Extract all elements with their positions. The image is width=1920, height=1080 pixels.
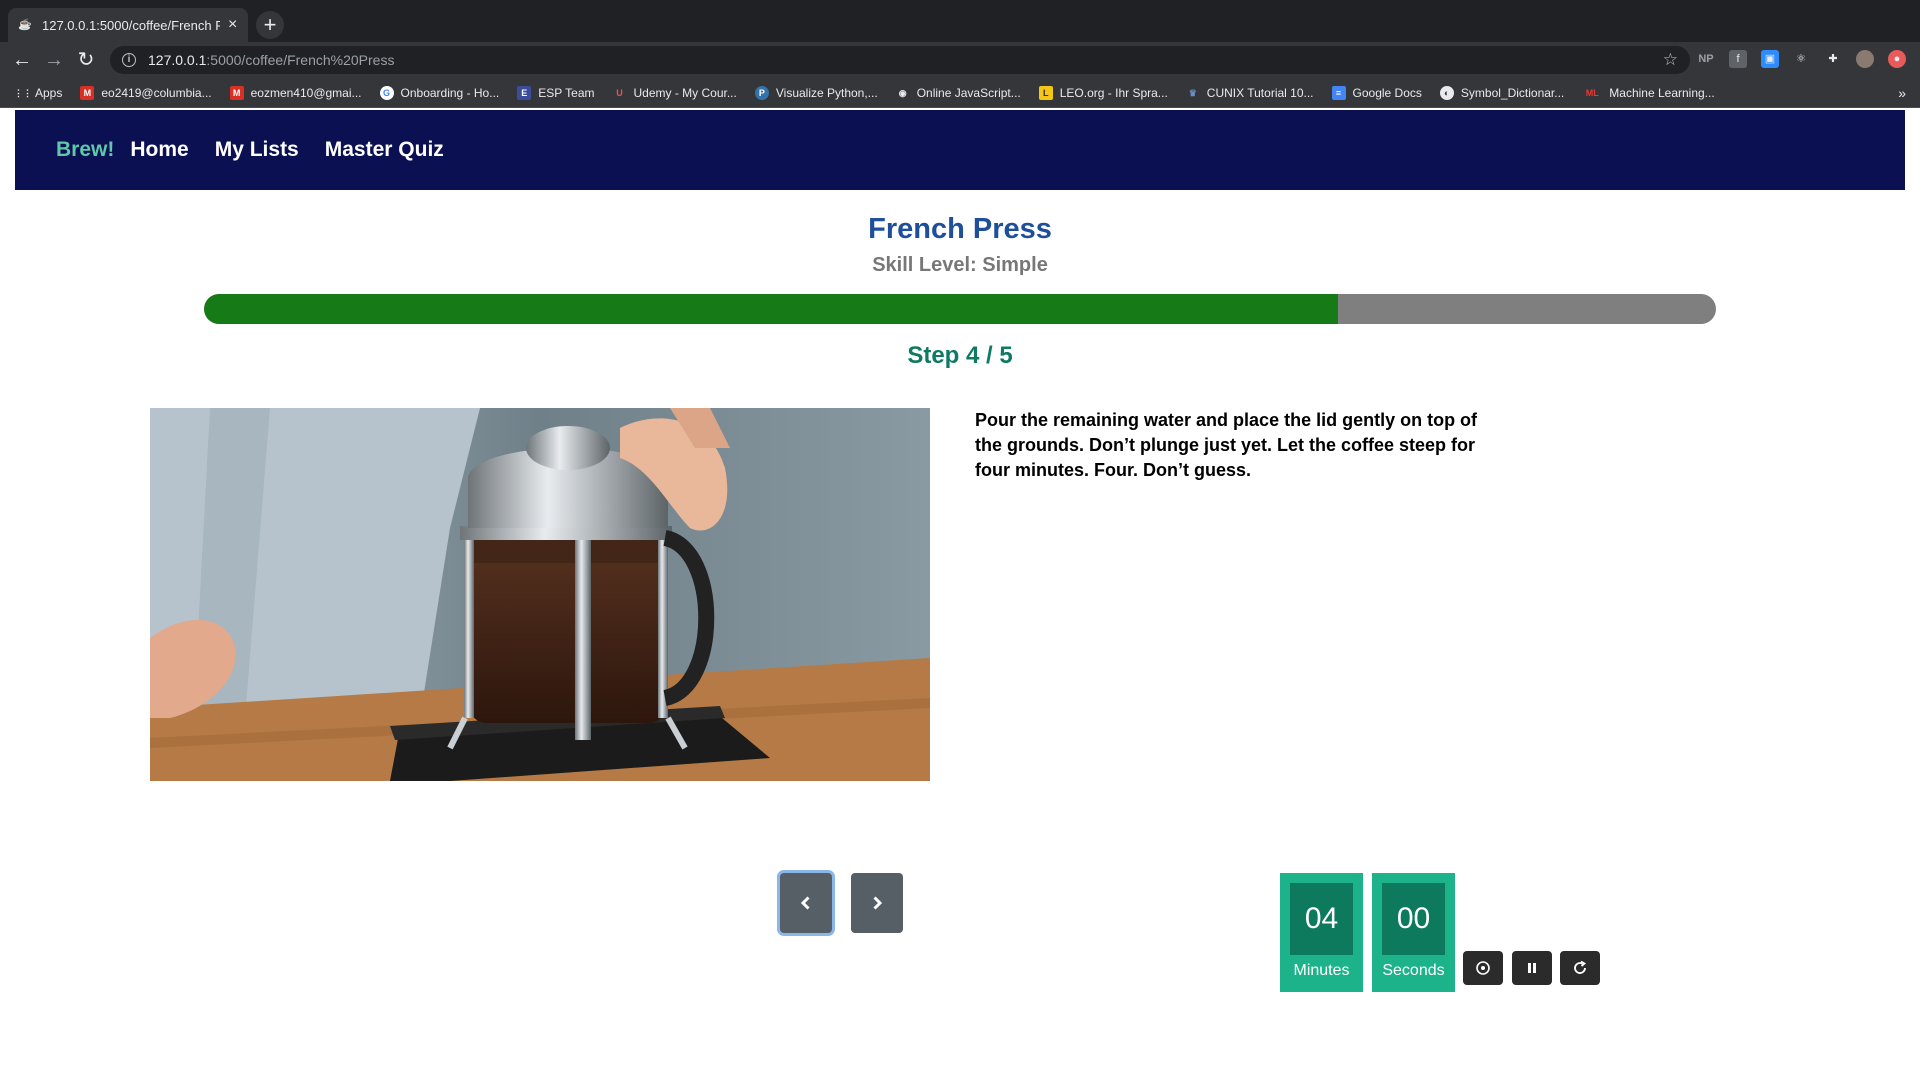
- bookmark-item[interactable]: ≡ Google Docs: [1331, 85, 1422, 100]
- tab-title: 127.0.0.1:5000/coffee/French Press: [42, 17, 220, 33]
- timer-seconds: 00 Seconds: [1372, 873, 1455, 992]
- nav-master-quiz-link[interactable]: Master Quiz: [325, 138, 444, 162]
- np-extension-icon[interactable]: NP: [1697, 50, 1715, 68]
- browser-toolbar: ← → ↻ i 127.0.0.1:5000/coffee/French%20P…: [0, 42, 1920, 78]
- back-arrow-icon[interactable]: ←: [10, 48, 34, 72]
- apps-grid-icon: ⋮⋮: [14, 87, 32, 98]
- start-timer-button[interactable]: [1463, 951, 1503, 985]
- bookmark-label: ESP Team: [538, 85, 595, 100]
- address-bar[interactable]: i 127.0.0.1:5000/coffee/French%20Press ☆: [110, 46, 1690, 74]
- play-circle-icon: [1476, 961, 1490, 975]
- nav-home-link[interactable]: Home: [130, 138, 188, 162]
- docs-icon: ≡: [1331, 85, 1346, 100]
- close-tab-icon[interactable]: ×: [228, 17, 237, 33]
- bookmarks-bar: ⋮⋮ Apps Meo2419@columbia... Meozmen410@gm…: [0, 78, 1920, 108]
- leo-icon: L: [1038, 85, 1053, 100]
- bookmark-item[interactable]: U Udemy - My Cour...: [613, 86, 737, 100]
- bookmark-item[interactable]: ♛ CUNIX Tutorial 10...: [1186, 86, 1314, 100]
- coffee-favicon-icon: ☕: [18, 19, 32, 31]
- timer-seconds-label: Seconds: [1382, 962, 1445, 979]
- nav-my-lists-link[interactable]: My Lists: [215, 138, 299, 162]
- url-path: :5000/coffee/French%20Press: [206, 52, 395, 68]
- browser-tabstrip: ☕ 127.0.0.1:5000/coffee/French Press × +: [0, 0, 1920, 42]
- columbia-icon: ♛: [1188, 87, 1197, 98]
- brand-link[interactable]: Brew!: [56, 138, 114, 162]
- pause-timer-button[interactable]: [1512, 951, 1552, 985]
- pause-icon: [1528, 963, 1536, 973]
- french-press-photo: [150, 408, 930, 781]
- esp-icon: E: [517, 85, 532, 100]
- bookmark-label: Onboarding - Ho...: [400, 85, 500, 100]
- bookmark-item[interactable]: P Visualize Python,...: [754, 85, 878, 100]
- reload-icon[interactable]: ↻: [74, 48, 98, 72]
- extensions-puzzle-icon[interactable]: ✚: [1824, 50, 1842, 68]
- ml-icon: ML: [1585, 87, 1599, 98]
- step-progress-bar: [204, 294, 1716, 324]
- bookmark-label: CUNIX Tutorial 10...: [1206, 85, 1314, 100]
- reset-timer-button[interactable]: [1560, 951, 1600, 985]
- page-title: French Press: [868, 213, 1052, 245]
- reset-icon: [1574, 960, 1587, 974]
- previous-step-button[interactable]: [780, 873, 832, 933]
- step-counter: Step 4 / 5: [907, 342, 1013, 369]
- bookmark-item[interactable]: G Onboarding - Ho...: [379, 85, 500, 100]
- browser-tab[interactable]: ☕ 127.0.0.1:5000/coffee/French Press ×: [8, 8, 248, 42]
- chevron-right-icon: [873, 896, 883, 910]
- french-press-illustration: [150, 408, 930, 781]
- bookmark-label: Visualize Python,...: [775, 85, 878, 100]
- gmail-icon: M: [80, 85, 95, 100]
- udemy-icon: U: [616, 87, 623, 98]
- bookmark-label: Udemy - My Cour...: [633, 85, 737, 100]
- bookmark-label: Machine Learning...: [1609, 85, 1715, 100]
- new-tab-button[interactable]: +: [256, 11, 284, 39]
- globe-icon: ◐: [1439, 85, 1454, 100]
- bookmark-label: Apps: [35, 85, 63, 100]
- timer-seconds-value: 00: [1382, 883, 1445, 955]
- google-icon: G: [379, 85, 394, 100]
- zoom-extension-icon[interactable]: ▣: [1761, 50, 1779, 68]
- url-host: 127.0.0.1: [148, 52, 207, 68]
- info-icon[interactable]: i: [122, 53, 136, 67]
- react-extension-icon[interactable]: ⚛: [1792, 50, 1810, 68]
- bookmark-item[interactable]: Meozmen410@gmai...: [229, 85, 362, 100]
- next-step-button[interactable]: [851, 873, 903, 933]
- timer-minutes: 04 Minutes: [1280, 873, 1363, 992]
- bookmarks-overflow-icon[interactable]: »: [1898, 85, 1906, 101]
- bookmark-item[interactable]: Meo2419@columbia...: [80, 85, 212, 100]
- site-navbar: Brew! Home My Lists Master Quiz: [15, 110, 1905, 190]
- bookmark-label: Symbol_Dictionar...: [1460, 85, 1565, 100]
- profile-avatar[interactable]: [1856, 50, 1874, 68]
- bookmark-label: eozmen410@gmai...: [250, 85, 362, 100]
- bookmark-label: eo2419@columbia...: [101, 85, 212, 100]
- bookmark-label: Google Docs: [1352, 85, 1422, 100]
- bookmark-apps[interactable]: ⋮⋮ Apps: [14, 86, 62, 100]
- facebook-extension-icon[interactable]: f: [1729, 50, 1747, 68]
- timer-minutes-label: Minutes: [1293, 962, 1350, 979]
- python-icon: P: [754, 85, 769, 100]
- bookmark-item[interactable]: L LEO.org - Ihr Spra...: [1038, 85, 1168, 100]
- record-extension-icon[interactable]: ●: [1888, 50, 1906, 68]
- bookmark-item[interactable]: ◐ Symbol_Dictionar...: [1439, 85, 1565, 100]
- skill-level: Skill Level: Simple: [872, 254, 1048, 276]
- bookmark-item[interactable]: ML Machine Learning...: [1582, 85, 1715, 100]
- bookmark-label: Online JavaScript...: [916, 85, 1021, 100]
- chevron-left-icon: [800, 896, 810, 910]
- gmail-icon: M: [229, 85, 244, 100]
- step-instructions: Pour the remaining water and place the l…: [975, 410, 1478, 480]
- forward-arrow-icon[interactable]: →: [42, 48, 66, 72]
- bookmark-label: LEO.org - Ihr Spra...: [1059, 85, 1168, 100]
- timer-minutes-value: 04: [1290, 883, 1353, 955]
- bookmark-item[interactable]: ◉ Online JavaScript...: [896, 86, 1021, 100]
- javascript-icon: ◉: [898, 87, 907, 98]
- bookmark-star-icon[interactable]: ☆: [1663, 50, 1678, 70]
- progress-fill: [204, 294, 1338, 324]
- bookmark-item[interactable]: E ESP Team: [517, 85, 595, 100]
